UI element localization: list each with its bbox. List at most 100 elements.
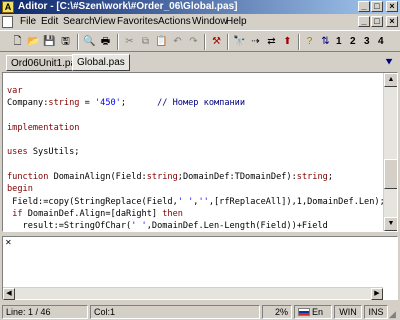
- replace-icon[interactable]: ⇄: [264, 34, 279, 49]
- code-token: ;: [120, 98, 158, 109]
- code-token: DomainAlign(Field:: [48, 172, 147, 183]
- tools-icon[interactable]: ⚒: [209, 34, 224, 49]
- menu-bar: File Edit Search View Favorites Actions …: [0, 14, 400, 30]
- code-token: '450': [94, 98, 121, 109]
- menu-window[interactable]: Window: [192, 16, 228, 27]
- title-bar[interactable]: A Aditor - [C:\#Szen\work\#Order_06\Glob…: [0, 0, 400, 14]
- output-panel[interactable]: ✕ ◀ ▶: [2, 236, 398, 300]
- scroll-up-icon[interactable]: ▲: [384, 73, 397, 87]
- goto-icon[interactable]: ⬆: [280, 34, 295, 49]
- toolbar-separator: [204, 34, 206, 50]
- code-token: string: [146, 172, 178, 183]
- menu-edit[interactable]: Edit: [41, 16, 58, 27]
- help-icon[interactable]: ?: [302, 34, 317, 49]
- flag-icon: [298, 308, 310, 316]
- code-text-area[interactable]: var Company:string = '450'; // Номер комп…: [3, 73, 383, 231]
- bookmark-1-button[interactable]: 1: [336, 34, 342, 49]
- code-line[interactable]: begin: [7, 183, 383, 195]
- menu-search[interactable]: Search: [63, 16, 95, 27]
- status-bar: Line: 1 / 46 Col:1 2% En WIN INS ◢: [0, 303, 400, 320]
- code-token: ' ': [177, 196, 194, 207]
- save-all-icon[interactable]: 🖫: [58, 34, 73, 49]
- maximize-button[interactable]: □: [371, 1, 383, 12]
- tab-global[interactable]: Global.pas: [72, 54, 130, 71]
- doc-minimize-button[interactable]: _: [358, 16, 370, 27]
- app-logo-icon[interactable]: A: [2, 1, 14, 13]
- code-token: var: [7, 86, 23, 96]
- print-icon[interactable]: 🖶: [98, 34, 113, 49]
- horizontal-scrollbar[interactable]: ◀ ▶: [3, 287, 383, 300]
- menu-help[interactable]: Help: [226, 16, 247, 27]
- close-panel-icon[interactable]: ✕: [5, 239, 13, 247]
- copy-icon[interactable]: ⧉: [138, 34, 153, 49]
- doc-restore-button[interactable]: □: [371, 16, 383, 27]
- scroll-down-icon[interactable]: ▼: [384, 217, 397, 231]
- code-line[interactable]: result:=StringOfChar(' ',DomainDef.Len-L…: [7, 220, 383, 231]
- code-token: ;DomainDef:TDomainDef):: [177, 172, 297, 183]
- status-column: Col:1: [90, 305, 260, 319]
- code-line[interactable]: [7, 134, 383, 146]
- new-file-icon[interactable]: 🗋: [10, 34, 25, 49]
- tab-list-chevron-icon[interactable]: ⯆: [383, 56, 395, 68]
- scroll-thumb[interactable]: [384, 159, 397, 189]
- code-token: SysUtils;: [27, 147, 80, 158]
- minimize-button[interactable]: _: [358, 1, 370, 12]
- status-language[interactable]: En: [294, 305, 332, 319]
- code-token: implementation: [7, 122, 80, 133]
- cut-icon[interactable]: ✂: [122, 34, 137, 49]
- toolbar-separator: [227, 34, 229, 50]
- code-token: string: [48, 98, 80, 109]
- status-percent: 2%: [262, 305, 292, 319]
- status-insert-mode[interactable]: INS: [364, 305, 388, 319]
- code-token: Field:=copy(StringReplace(Field,: [7, 196, 178, 207]
- print-preview-icon[interactable]: 🔍: [82, 34, 97, 49]
- app-window: A Aditor - [C:\#Szen\work\#Order_06\Glob…: [0, 0, 400, 320]
- code-token: // Номер компании: [157, 98, 246, 109]
- close-button[interactable]: ×: [386, 1, 398, 12]
- undo-icon[interactable]: ↶: [170, 34, 185, 49]
- code-line[interactable]: if DomainDef.Align=[daRight] then: [7, 208, 383, 220]
- code-line[interactable]: function DomainAlign(Field:string;Domain…: [7, 171, 383, 183]
- find-icon[interactable]: 🔭: [232, 34, 247, 49]
- status-eol[interactable]: WIN: [334, 305, 362, 319]
- code-line[interactable]: uses SysUtils;: [7, 146, 383, 158]
- scroll-right-icon[interactable]: ▶: [371, 288, 383, 300]
- code-token: ;: [327, 172, 333, 183]
- code-token: =: [79, 98, 95, 109]
- code-line[interactable]: [7, 159, 383, 171]
- bookmark-2-button[interactable]: 2: [350, 34, 356, 49]
- code-token: if: [12, 208, 23, 219]
- code-editor[interactable]: var Company:string = '450'; // Номер комп…: [2, 72, 398, 232]
- code-line[interactable]: implementation: [7, 122, 383, 134]
- code-token: uses: [7, 147, 28, 158]
- tab-bar: Ord06Unit1.pas Global.pas ⯆: [0, 52, 400, 72]
- menu-file[interactable]: File: [20, 16, 36, 27]
- code-token: ,DomainDef.Len-Length(Field))+Field: [146, 221, 328, 231]
- code-token: '': [198, 196, 209, 207]
- bookmark-3-button[interactable]: 3: [364, 34, 370, 49]
- bookmarks-icon[interactable]: ⇅: [318, 34, 333, 49]
- menu-favorites[interactable]: Favorites: [117, 16, 158, 27]
- code-line[interactable]: [7, 110, 383, 122]
- code-line[interactable]: Field:=copy(StringReplace(Field,' ','',[…: [7, 196, 383, 208]
- redo-icon[interactable]: ↷: [186, 34, 201, 49]
- resize-grip-icon[interactable]: ◢: [389, 309, 399, 319]
- scroll-left-icon[interactable]: ◀: [3, 288, 15, 300]
- save-icon[interactable]: 💾: [42, 34, 57, 49]
- code-token: then: [162, 208, 183, 219]
- doc-close-button[interactable]: ×: [386, 16, 398, 27]
- paste-icon[interactable]: 📋: [154, 34, 169, 49]
- open-folder-icon[interactable]: 📂: [26, 34, 41, 49]
- code-line[interactable]: var: [7, 85, 383, 97]
- bookmark-4-button[interactable]: 4: [378, 34, 384, 49]
- code-line[interactable]: Company:string = '450'; // Номер компани…: [7, 97, 383, 109]
- find-next-icon[interactable]: ⇢: [248, 34, 263, 49]
- vertical-scrollbar[interactable]: ▲ ▼: [383, 73, 397, 231]
- code-token: begin: [7, 184, 33, 195]
- code-token: DomainDef.Align=[daRight]: [22, 208, 163, 219]
- menu-view[interactable]: View: [94, 16, 116, 27]
- toolbar: 🗋 📂 💾 🖫 🔍 🖶 ✂ ⧉ 📋 ↶ ↷ ⚒ 🔭 ⇢ ⇄ ⬆ ? ⇅ 1 2 …: [0, 30, 400, 52]
- code-token: ,[rfReplaceAll]),1,DomainDef.Len);: [208, 196, 383, 207]
- menu-actions[interactable]: Actions: [158, 16, 191, 27]
- document-icon[interactable]: [2, 16, 13, 28]
